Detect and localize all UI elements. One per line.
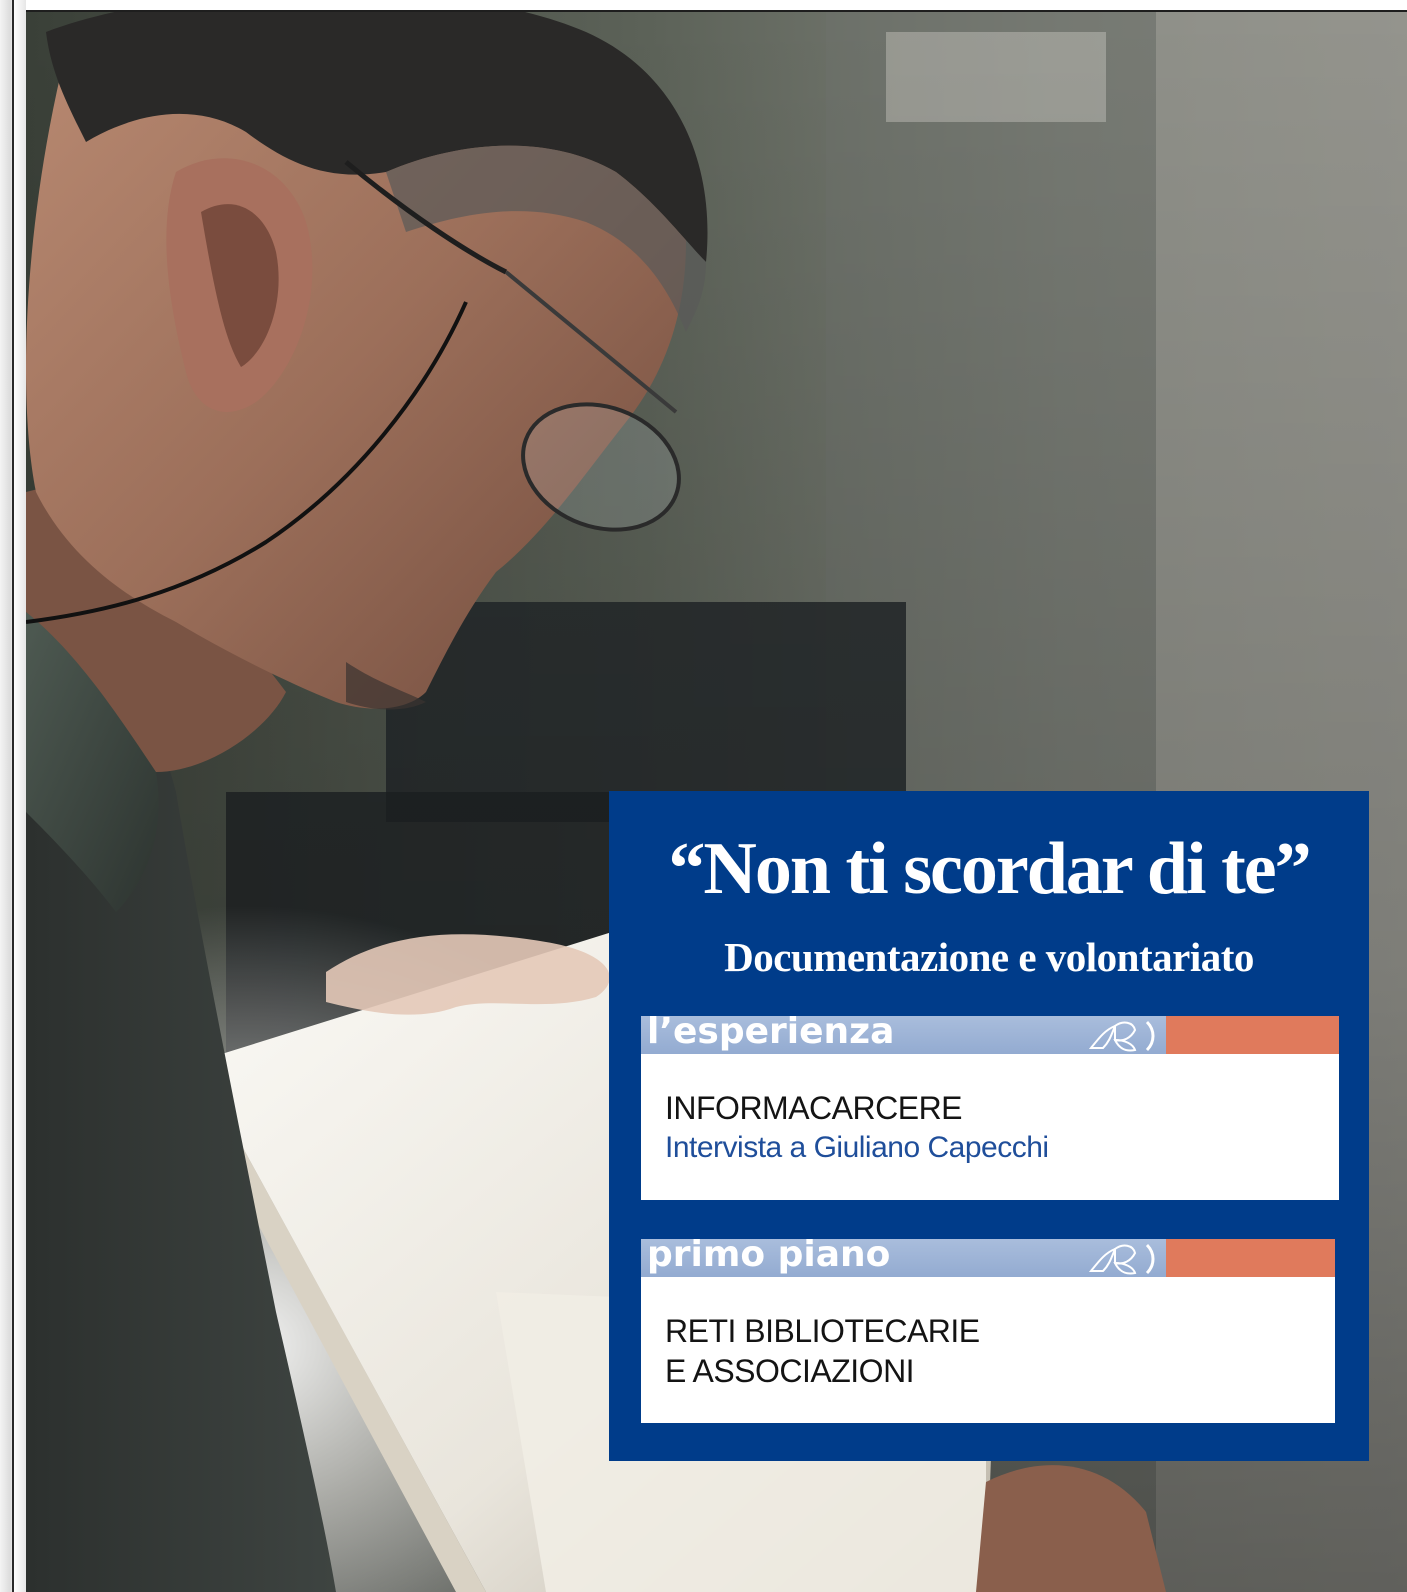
left-border-line: [12, 0, 14, 1592]
section-bar-accent: [1166, 1239, 1335, 1277]
section-card: INFORMACARCERE Intervista a Giuliano Cap…: [641, 1054, 1339, 1200]
cover-subtitle: Documentazione e volontariato: [724, 934, 1254, 980]
article-heading-line-2: E ASSOCIAZIONI: [665, 1353, 915, 1389]
section-card: RETI BIBLIOTECARIE E ASSOCIAZIONI: [641, 1277, 1335, 1423]
butterfly-icon: [1088, 1020, 1155, 1052]
section-header-bar: l’esperienza: [641, 1011, 1339, 1054]
cover-page: “Non ti scordar di te” Documentazione e …: [0, 0, 1407, 1592]
article-heading: INFORMACARCERE: [665, 1090, 963, 1126]
section-bar-accent: [1166, 1016, 1339, 1054]
butterfly-icon: [1088, 1243, 1155, 1275]
article-subheading: Intervista a Giuliano Capecchi: [665, 1131, 1049, 1164]
section-label: l’esperienza: [647, 1011, 895, 1052]
section-label: primo piano: [647, 1234, 891, 1275]
cover-title: “Non ti scordar di te”: [668, 828, 1311, 910]
article-heading-line-1: RETI BIBLIOTECARIE: [665, 1313, 980, 1349]
cover-title-box: “Non ti scordar di te” Documentazione e …: [609, 791, 1369, 1461]
section-header-bar: primo piano: [641, 1234, 1335, 1277]
section-esperienza: l’esperienza INFORMACARCERE Intervista a…: [641, 1011, 1339, 1200]
section-primo-piano: primo piano RETI BIBLIOTECARIE E ASSOCIA…: [641, 1234, 1335, 1423]
